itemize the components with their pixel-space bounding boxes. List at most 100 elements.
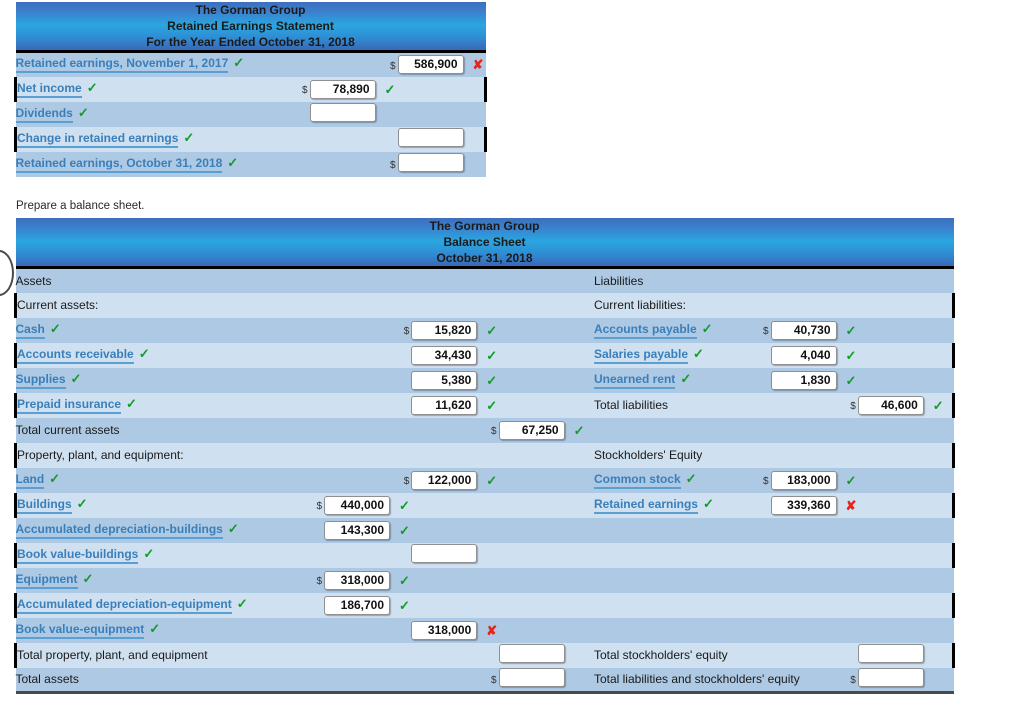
- bs-left-8-input[interactable]: 122,000: [411, 470, 478, 490]
- bs-left-9-account-link[interactable]: Buildings: [17, 497, 72, 514]
- bs-left-15-gutter: [571, 642, 594, 668]
- bs-rows: Assets Liabilities Current assets: Current …: [13, 267, 955, 694]
- bs-left-4-input-mark: ✓: [486, 372, 498, 388]
- re-row-3-input-cell: [397, 126, 470, 152]
- bs-left-12-input[interactable]: 318,000: [324, 570, 391, 590]
- bs-right-2-account-link[interactable]: Accounts payable: [593, 322, 697, 339]
- bs-left-6-label-cell: Total current assets: [15, 417, 310, 443]
- bs-left-11-dollar: [397, 542, 412, 568]
- bs-right-11-gutter: [930, 542, 955, 568]
- bs-right-9-input-cell: 339,360 ✘: [770, 492, 856, 518]
- bs-left-4-label-cell: Supplies ✓: [15, 367, 310, 393]
- bs-left-2-input[interactable]: 15,820: [411, 320, 478, 340]
- bs-left-10-input-mark: ✓: [399, 522, 410, 538]
- bs-right-16-label-cell: Total liabilities and stockholders' equi…: [593, 667, 800, 694]
- bs-left-14-input[interactable]: 318,000: [411, 620, 478, 640]
- bs-left-10-input[interactable]: 143,300: [324, 520, 391, 540]
- bs-left-13-gutter: [571, 592, 594, 618]
- bs-left-13-account-link[interactable]: Accumulated depreciation-equipment: [17, 597, 232, 614]
- bs-left-3-input[interactable]: 34,430: [411, 345, 478, 365]
- bs-right-3-account-link[interactable]: Salaries payable: [593, 347, 689, 364]
- bs-left-10-dollar: [309, 517, 325, 543]
- re-row-2-dollar: [293, 101, 310, 127]
- bs-left-13-input[interactable]: 186,700: [324, 595, 391, 615]
- bs-left-4-input[interactable]: 5,380: [411, 370, 478, 390]
- bs-right-8-input-mark: ✓: [845, 472, 857, 488]
- re-row-0-input[interactable]: 586,900: [397, 55, 464, 75]
- bs-right-9-gutter: [930, 492, 955, 518]
- bs-left-11-account-link[interactable]: Book value-buildings: [17, 547, 139, 564]
- bs-right-9-account-link[interactable]: Retained earnings: [593, 497, 698, 514]
- bs-left-15-input[interactable]: [498, 644, 565, 663]
- bs-left-5-account-link[interactable]: Prepaid insurance: [17, 397, 122, 414]
- bs-right-15-input[interactable]: [857, 644, 924, 663]
- bs-right-2-input[interactable]: 40,730: [770, 320, 837, 340]
- re-row-1-account-link[interactable]: Net income: [17, 81, 82, 98]
- bs-right-3-label-mark: ✓: [693, 345, 704, 361]
- re-row: Net income ✓ $78,890 ✓: [14, 76, 488, 102]
- bs-right-16-input-cell: [857, 667, 931, 694]
- bs-right-8-label-cell: Common stock ✓: [593, 467, 757, 493]
- bs-left-16-input[interactable]: [498, 668, 565, 688]
- bs-right-2-dollar: $: [756, 317, 771, 343]
- bs-right-16-input[interactable]: [857, 668, 924, 688]
- bs-right-9-input-mark: ✘: [845, 497, 857, 513]
- bs-right-0-label-cell: Liabilities: [593, 267, 757, 293]
- re-row-1-input-cell: 78,890 ✓: [309, 76, 395, 102]
- re-row-0-account-link[interactable]: Retained earnings, November 1, 2017: [15, 56, 229, 74]
- re-row-2-input[interactable]: [309, 103, 376, 122]
- re-row-3-account-link[interactable]: Change in retained earnings: [17, 131, 179, 148]
- bs-right-9-input[interactable]: 339,360: [770, 495, 837, 515]
- bs-left-14-account-link[interactable]: Book value-equipment: [15, 622, 145, 639]
- bs-left-5-input[interactable]: 11,620: [411, 395, 478, 415]
- bs-left-9-input-cell: 440,000 ✓: [324, 492, 410, 518]
- bs-left-10-input-cell: 143,300 ✓: [324, 517, 410, 543]
- re-row-4-account-link[interactable]: Retained earnings, October 31, 2018: [15, 156, 223, 173]
- bs-right-8-label-mark: ✓: [685, 470, 697, 486]
- bs-right-9-label-cell: Retained earnings ✓: [593, 492, 757, 518]
- balance-sheet-row: Book value-equipment ✓ 318,000 ✘: [15, 617, 954, 643]
- bs-left-11-input[interactable]: [411, 544, 478, 563]
- bs-left-6-input[interactable]: 67,250: [498, 420, 565, 440]
- bs-left-8-account-link[interactable]: Land: [15, 472, 45, 489]
- bs-left-13-dollar: [309, 592, 325, 618]
- bs-left-0-label: Assets: [15, 273, 52, 288]
- bs-left-10-account-link[interactable]: Accumulated depreciation-buildings: [15, 522, 223, 539]
- bs-right-0-gutter: [930, 267, 954, 293]
- bs-left-2-input-cell: 15,820 ✓: [411, 317, 497, 343]
- bs-right-5-input-cell: 46,600 ✓: [857, 392, 944, 418]
- bs-right-5-input[interactable]: 46,600: [857, 395, 924, 415]
- bs-left-12-dollar-glyph: $: [316, 576, 323, 587]
- bs-left-4-account-link[interactable]: Supplies: [15, 372, 66, 389]
- bs-left-2-account-link[interactable]: Cash: [15, 322, 45, 339]
- bs-right-4-input[interactable]: 1,830: [770, 370, 837, 390]
- bs-left-3-account-link[interactable]: Accounts receivable: [17, 347, 134, 364]
- bs-right-3-input[interactable]: 4,040: [770, 345, 837, 365]
- bs-right-16-gutter: [930, 667, 954, 694]
- re-statement-header: The Gorman Group Retained Earnings State…: [15, 2, 486, 53]
- bs-left-9-input[interactable]: 440,000: [324, 495, 391, 515]
- bs-left-2-dollar-glyph: $: [403, 326, 410, 337]
- re-row-3-input[interactable]: [397, 128, 464, 147]
- balance-sheet-row: Supplies ✓ 5,380 ✓ Unearned rent ✓ 1,830 ✓: [15, 367, 954, 393]
- bs-left-15-input-cell: [498, 642, 572, 668]
- bs-left-13-label-mark: ✓: [236, 595, 248, 611]
- bs-left-12-account-link[interactable]: Equipment: [15, 572, 78, 589]
- bs-left-4-gutter: [571, 367, 594, 393]
- bs-left-2-dollar: $: [397, 317, 412, 343]
- re-row-1-input[interactable]: 78,890: [309, 79, 376, 99]
- bs-right-15-dollar: [843, 642, 858, 668]
- bs-right-8-gutter: [930, 467, 954, 493]
- bs-left-1-label: Current assets:: [17, 298, 99, 312]
- re-row-0-input-mark: ✘: [472, 57, 484, 73]
- re-row-4-input[interactable]: [397, 153, 464, 172]
- bs-right-11-label-cell: [593, 542, 757, 568]
- bs-right-6-gutter: [930, 417, 954, 443]
- bs-right-8-account-link[interactable]: Common stock: [593, 472, 681, 489]
- bs-right-8-input[interactable]: 183,000: [770, 470, 837, 490]
- re-row-2-account-link[interactable]: Dividends: [15, 106, 73, 123]
- bs-right-8-dollar-glyph: $: [762, 476, 769, 487]
- bs-right-4-dollar: [756, 367, 771, 393]
- bs-right-4-account-link[interactable]: Unearned rent: [593, 372, 676, 389]
- bs-right-3-label-cell: Salaries payable ✓: [593, 342, 757, 368]
